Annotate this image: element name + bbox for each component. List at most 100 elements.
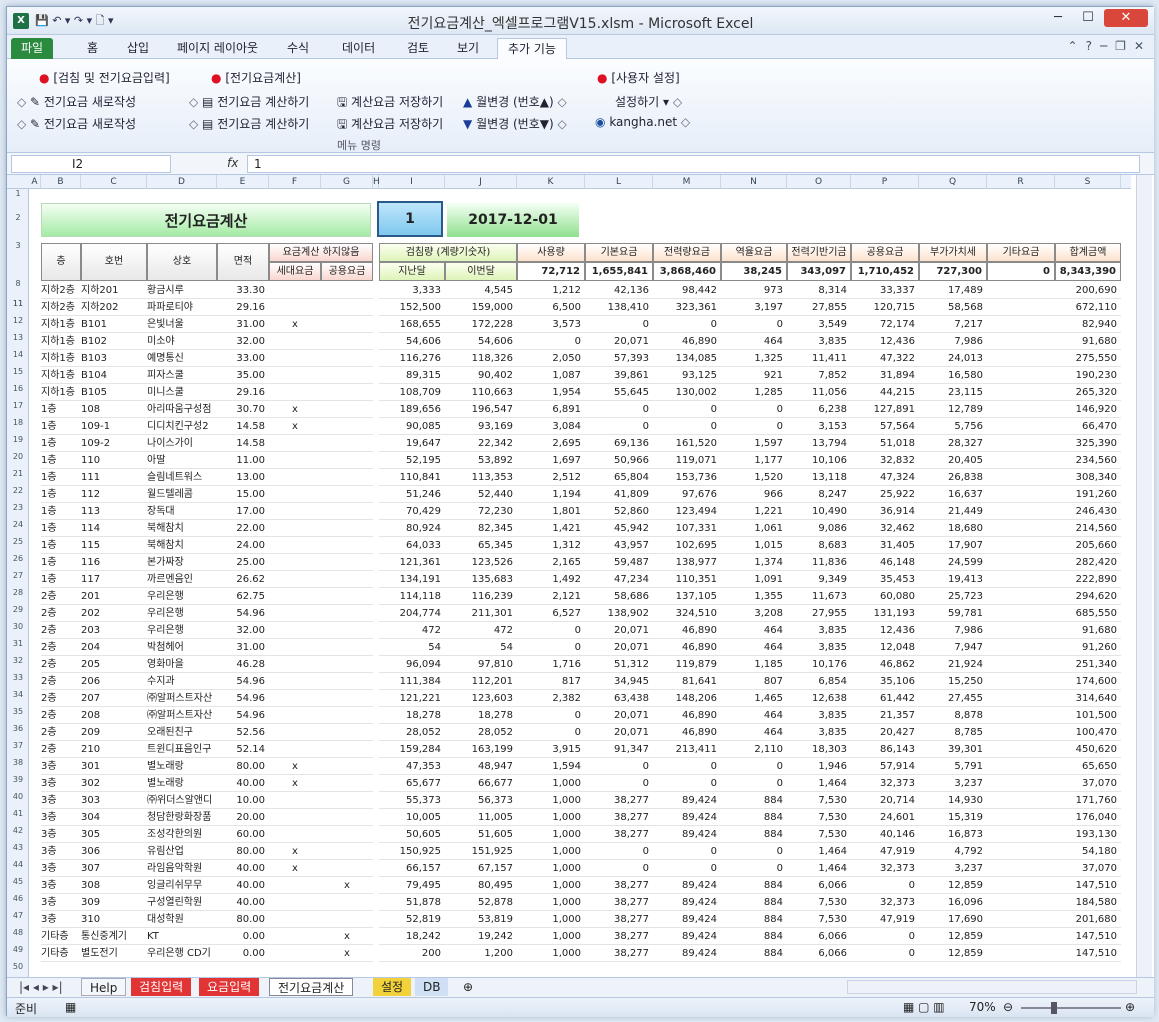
cell-base[interactable]: 65,804 (585, 469, 653, 486)
macro-record-icon[interactable]: ▦ (65, 1000, 76, 1014)
cell-other[interactable] (987, 316, 1055, 333)
cell-climate[interactable]: 1,520 (721, 469, 787, 486)
cell-prev[interactable]: 111,384 (379, 673, 445, 690)
cell-prev[interactable]: 51,246 (379, 486, 445, 503)
cell-commonfee[interactable]: 20,427 (851, 724, 919, 741)
cell-base[interactable]: 43,957 (585, 537, 653, 554)
cell-nocalc-common[interactable] (321, 741, 373, 758)
table-row[interactable]: 2층 204 박첨헤어 31.00 54 54 0 20,071 46,890 464 3,835 1… (41, 639, 1131, 656)
cell-shop[interactable]: ㈜알퍼스트자산 (147, 690, 217, 707)
cell-nocalc-household[interactable] (269, 554, 321, 571)
cell-vat[interactable]: 58,568 (919, 299, 987, 316)
cell-curr[interactable]: 19,242 (445, 928, 517, 945)
cell-total[interactable]: 171,760 (1055, 792, 1121, 809)
cell-vat[interactable]: 17,907 (919, 537, 987, 554)
tab-view[interactable]: 보기 (447, 38, 489, 59)
cell-base[interactable]: 34,945 (585, 673, 653, 690)
cell-unit[interactable]: B103 (81, 350, 147, 367)
cell-energy[interactable]: 46,890 (653, 333, 721, 350)
cell-fund[interactable]: 3,835 (787, 333, 851, 350)
cell-climate[interactable]: 464 (721, 707, 787, 724)
cell-vat[interactable]: 5,756 (919, 418, 987, 435)
cell-unit[interactable]: 115 (81, 537, 147, 554)
cell-shop[interactable]: 아딸 (147, 452, 217, 469)
cell-nocalc-household[interactable] (269, 299, 321, 316)
cell-energy[interactable]: 213,411 (653, 741, 721, 758)
cell-prev[interactable]: 168,655 (379, 316, 445, 333)
cell-total[interactable]: 174,600 (1055, 673, 1121, 690)
row-number[interactable]: 30 (7, 622, 29, 631)
cell-other[interactable] (987, 911, 1055, 928)
cell-nocalc-household[interactable] (269, 656, 321, 673)
cell-climate[interactable]: 1,285 (721, 384, 787, 401)
cell-fund[interactable]: 3,835 (787, 622, 851, 639)
cell-climate[interactable]: 1,091 (721, 571, 787, 588)
cell-floor[interactable]: 3층 (41, 792, 81, 809)
cell-floor[interactable]: 3층 (41, 843, 81, 860)
cell-prev[interactable]: 52,819 (379, 911, 445, 928)
month-up-button[interactable]: ▲ 월변경 (번호▲) ◇ (463, 93, 567, 110)
cell-area[interactable]: 31.00 (217, 639, 269, 656)
cell-fund[interactable]: 8,247 (787, 486, 851, 503)
cell-base[interactable]: 55,645 (585, 384, 653, 401)
cell-total[interactable]: 251,340 (1055, 656, 1121, 673)
cell-area[interactable]: 31.00 (217, 316, 269, 333)
cell-other[interactable] (987, 809, 1055, 826)
cell-commonfee[interactable]: 36,914 (851, 503, 919, 520)
cell-nocalc-household[interactable] (269, 571, 321, 588)
cell-energy[interactable]: 107,331 (653, 520, 721, 537)
cell-nocalc-household[interactable] (269, 452, 321, 469)
cell-unit[interactable]: 113 (81, 503, 147, 520)
cell-area[interactable]: 33.00 (217, 350, 269, 367)
cell-prev[interactable]: 110,841 (379, 469, 445, 486)
cell-total[interactable]: 100,470 (1055, 724, 1121, 741)
row-number[interactable]: 47 (7, 911, 29, 920)
cell-floor[interactable]: 2층 (41, 741, 81, 758)
cell-climate[interactable]: 0 (721, 316, 787, 333)
cell-curr[interactable]: 123,603 (445, 690, 517, 707)
cell-vat[interactable]: 16,580 (919, 367, 987, 384)
cell-climate[interactable]: 884 (721, 928, 787, 945)
cell-curr[interactable]: 48,947 (445, 758, 517, 775)
cell-total[interactable]: 200,690 (1055, 282, 1121, 299)
cell-curr[interactable]: 65,345 (445, 537, 517, 554)
cell-floor[interactable]: 지하1층 (41, 384, 81, 401)
cell-commonfee[interactable]: 33,337 (851, 282, 919, 299)
cell-nocalc-common[interactable] (321, 401, 373, 418)
row-number[interactable]: 22 (7, 486, 29, 495)
cell-nocalc-common[interactable] (321, 469, 373, 486)
cell-area[interactable]: 22.00 (217, 520, 269, 537)
cell-base[interactable]: 63,438 (585, 690, 653, 707)
cell-climate[interactable]: 464 (721, 724, 787, 741)
cell-energy[interactable]: 0 (653, 758, 721, 775)
cell-floor[interactable]: 3층 (41, 911, 81, 928)
vertical-scrollbar[interactable] (1136, 175, 1152, 977)
cell-other[interactable] (987, 894, 1055, 911)
cell-area[interactable]: 11.00 (217, 452, 269, 469)
cell-unit[interactable]: 114 (81, 520, 147, 537)
cell-unit[interactable]: 별도전기 (81, 945, 147, 962)
cell-shop[interactable]: 아리따움구성점 (147, 401, 217, 418)
cell-floor[interactable]: 2층 (41, 707, 81, 724)
cell-commonfee[interactable]: 20,714 (851, 792, 919, 809)
cell-other[interactable] (987, 724, 1055, 741)
row-number[interactable]: 50 (7, 962, 29, 971)
cell-fund[interactable]: 6,066 (787, 945, 851, 962)
cell-fund[interactable]: 1,464 (787, 843, 851, 860)
cell-fund[interactable]: 6,066 (787, 928, 851, 945)
cell-commonfee[interactable]: 35,106 (851, 673, 919, 690)
cell-vat[interactable]: 24,013 (919, 350, 987, 367)
cell-unit[interactable]: 305 (81, 826, 147, 843)
maximize-button[interactable]: ☐ (1074, 9, 1102, 27)
cell-curr[interactable]: 112,201 (445, 673, 517, 690)
cell-fund[interactable]: 7,530 (787, 809, 851, 826)
cell-climate[interactable]: 921 (721, 367, 787, 384)
cell-prev[interactable]: 152,500 (379, 299, 445, 316)
table-row[interactable]: 1층 114 북해참치 22.00 80,924 82,345 1,421 45,942 107… (41, 520, 1131, 537)
cell-base[interactable]: 0 (585, 775, 653, 792)
cell-vat[interactable]: 15,319 (919, 809, 987, 826)
row-number[interactable]: 44 (7, 860, 29, 869)
cell-area[interactable]: 80.00 (217, 758, 269, 775)
cell-nocalc-household[interactable]: x (269, 860, 321, 877)
table-row[interactable]: 3층 308 잉글리쉬무무 40.00 x 79,495 80,495 1,000 38,277… (41, 877, 1131, 894)
